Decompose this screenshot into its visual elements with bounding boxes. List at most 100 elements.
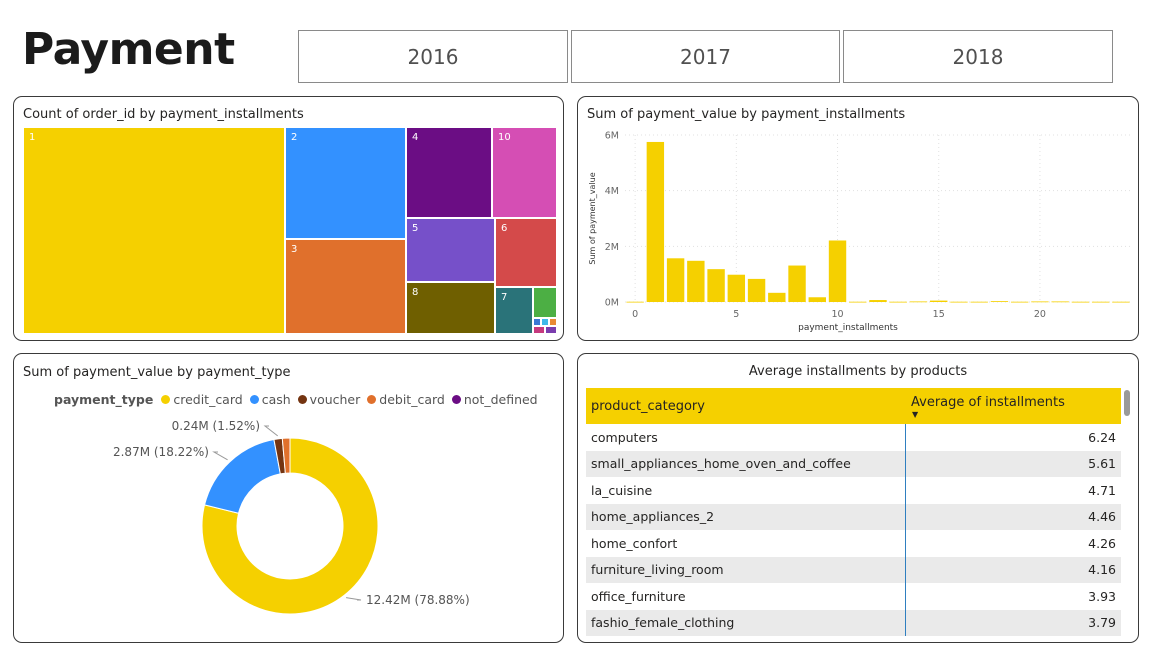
bar — [950, 301, 968, 303]
y-axis-label: Sum of payment_value — [588, 172, 597, 264]
cell-average: 3.93 — [1088, 588, 1116, 604]
cell-category: furniture_living_room — [591, 562, 724, 578]
bar-chart: 0M 2M 4M 6M 0 5 10 15 20 payment_installments Sum … — [588, 131, 1131, 333]
legend-label: not_defined — [463, 392, 538, 407]
bar — [727, 274, 746, 302]
bar — [909, 301, 928, 303]
cell-average: 4.16 — [1088, 562, 1116, 578]
page-title: Payment — [22, 24, 235, 75]
donut-data-label: 12.42M (78.88%) — [366, 593, 470, 607]
y-tick-label: 2M — [605, 242, 619, 253]
legend-item-cash[interactable]: cash — [249, 392, 291, 407]
treemap-cell-3[interactable]: 3 — [285, 239, 406, 334]
donut-data-label: 2.87M (18.22%) — [113, 445, 209, 459]
x-tick-label: 20 — [1034, 309, 1046, 320]
treemap-cell-6[interactable]: 6 — [495, 218, 557, 287]
column-divider — [905, 424, 906, 636]
x-tick-label: 5 — [733, 309, 739, 320]
table-row[interactable]: la_cuisine 4.71 — [586, 477, 1121, 504]
year-slicer-2018[interactable]: 2018 — [843, 30, 1113, 83]
treemap-cell-2[interactable]: 2 — [285, 127, 406, 239]
bar-chart-title: Sum of payment_value by payment_installm… — [587, 107, 906, 122]
x-tick-label: 0 — [632, 309, 638, 320]
cell-average: 4.26 — [1088, 535, 1116, 551]
column-header-average[interactable]: Average of installments ▼ — [906, 388, 1121, 424]
bar — [707, 269, 725, 302]
treemap-cell-1[interactable]: 1 — [23, 127, 285, 334]
leader-line — [212, 451, 228, 461]
treemap-title: Count of order_id by payment_installment… — [23, 107, 304, 122]
table-row[interactable]: small_appliances_home_oven_and_coffee 5.6… — [586, 450, 1121, 477]
treemap-cell-10[interactable]: 10 — [492, 127, 557, 218]
bar — [828, 240, 847, 302]
table-header: product_category Average of installments… — [586, 388, 1121, 424]
treemap-cell-small-11[interactable] — [541, 318, 549, 326]
bar — [1112, 301, 1130, 303]
treemap-cell-4[interactable]: 4 — [406, 127, 492, 218]
legend-marker — [161, 395, 171, 404]
bar — [1051, 301, 1069, 303]
legend-marker — [367, 395, 377, 404]
column-header-category[interactable]: product_category — [586, 399, 906, 414]
treemap-cell-small-12[interactable] — [549, 318, 557, 326]
leader-line — [263, 425, 279, 437]
treemap-cell-5[interactable]: 5 — [406, 218, 495, 282]
treemap-cell-label: 4 — [412, 132, 419, 143]
cell-average: 4.71 — [1088, 482, 1116, 498]
bar — [990, 301, 1009, 302]
bar — [687, 260, 705, 302]
x-tick-label: 10 — [831, 309, 843, 320]
cell-category: fashio_female_clothing — [591, 615, 735, 631]
legend-marker — [297, 395, 307, 404]
table-row[interactable]: furniture_living_room 4.16 — [586, 556, 1121, 583]
table-row[interactable]: office_furniture 3.93 — [586, 583, 1121, 610]
y-tick-label: 6M — [605, 131, 619, 142]
y-tick-label: 0M — [605, 298, 619, 309]
table-row[interactable]: computers 6.24 — [586, 424, 1121, 451]
legend-label: credit_card — [173, 392, 243, 407]
donut-title: Sum of payment_value by payment_type — [23, 365, 291, 380]
treemap-cell-label: 3 — [291, 244, 298, 255]
legend-label: debit_card — [379, 392, 445, 407]
bar — [930, 300, 948, 302]
bar — [1091, 301, 1110, 303]
table-row[interactable]: home_appliances_2 4.46 — [586, 503, 1121, 530]
treemap-cell-label: 5 — [412, 223, 419, 234]
table-body: computers 6.24 small_appliances_home_oven_… — [586, 424, 1121, 636]
table-scrollbar[interactable] — [1124, 390, 1130, 416]
year-slicer-2017[interactable]: 2017 — [571, 30, 840, 83]
legend-item-credit_card[interactable]: credit_card — [161, 392, 243, 407]
treemap-cell-small-13[interactable] — [533, 326, 545, 334]
table-row[interactable]: fashio_female_clothing 3.79 — [586, 609, 1121, 636]
treemap-cell-label: 2 — [291, 132, 298, 143]
column-header-average-label: Average of installments — [911, 395, 1065, 410]
year-slicer-2016[interactable]: 2016 — [298, 30, 568, 83]
legend-item-not_defined[interactable]: not_defined — [451, 392, 538, 407]
cell-average: 3.79 — [1088, 615, 1116, 631]
treemap-cell-small-9[interactable] — [533, 287, 557, 318]
table-row[interactable]: home_confort 4.26 — [586, 530, 1121, 557]
legend-marker — [451, 395, 461, 404]
donut-card: Sum of payment_value by payment_type pay… — [13, 353, 564, 643]
treemap-cell-small-14[interactable] — [545, 326, 557, 334]
table-container: product_category Average of installments… — [586, 388, 1121, 636]
treemap-cell-7[interactable]: 7 — [495, 287, 533, 334]
legend-item-debit_card[interactable]: debit_card — [367, 392, 445, 407]
treemap-cell-label: 10 — [498, 132, 511, 143]
legend-item-voucher[interactable]: voucher — [297, 392, 360, 407]
cell-average: 4.46 — [1088, 509, 1116, 525]
bar — [666, 258, 685, 302]
treemap-cell-label: 6 — [501, 223, 508, 234]
bar-chart-card: Sum of payment_value by payment_installm… — [577, 96, 1139, 341]
treemap-cell-8[interactable]: 8 — [406, 282, 495, 334]
x-tick-label: 15 — [933, 309, 945, 320]
table-card: Average installments by products product… — [577, 353, 1139, 643]
donut-slice[interactable] — [203, 438, 281, 514]
legend-label: cash — [261, 392, 291, 407]
cell-average: 5.61 — [1088, 456, 1116, 472]
bar — [889, 301, 907, 303]
bar — [1071, 301, 1090, 303]
bar — [788, 265, 806, 302]
cell-category: office_furniture — [591, 588, 686, 604]
treemap-cell-small-10[interactable] — [533, 318, 541, 326]
